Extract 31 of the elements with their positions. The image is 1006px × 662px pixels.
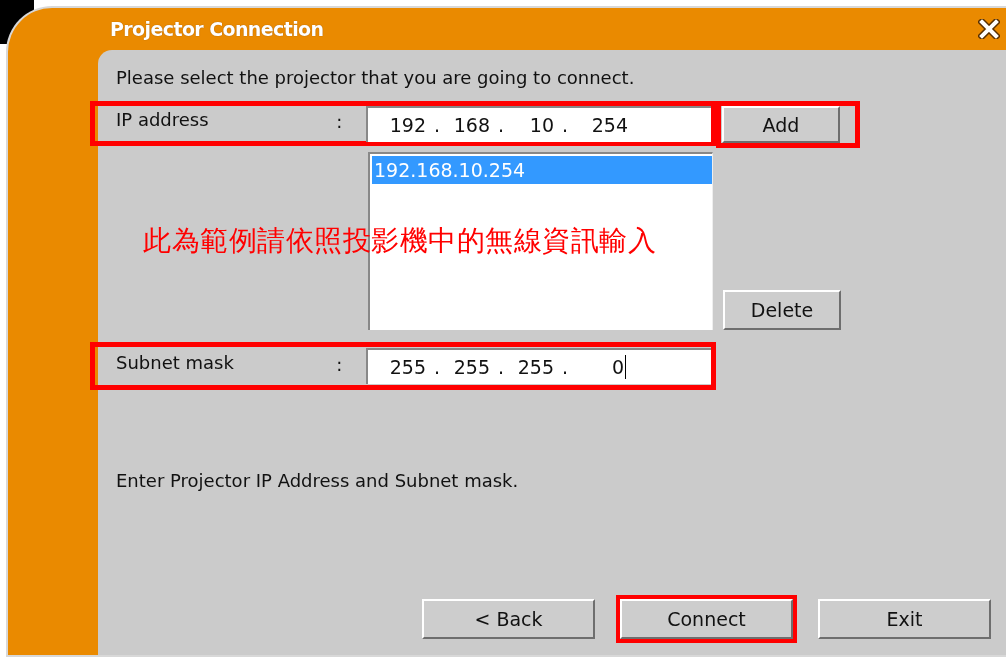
colon-text: : — [336, 353, 344, 375]
connect-button[interactable]: Connect — [620, 599, 793, 639]
octet-text: 0 — [610, 356, 624, 378]
close-icon[interactable] — [978, 19, 1000, 39]
octet-text: 254 — [590, 113, 628, 136]
ip-input-field[interactable]: 192 . 168 . 10 . 254 — [366, 105, 711, 142]
octet-text: 192 — [388, 113, 426, 136]
exit-button[interactable]: Exit — [818, 599, 991, 639]
separator-text: . — [560, 356, 569, 378]
separator-text: . — [432, 113, 441, 136]
back-button[interactable]: < Back — [422, 599, 595, 639]
hint-text: Enter Projector IP Address and Subnet mask. — [116, 470, 520, 491]
instruction-text: Please select the projector that you are going to connect. — [116, 67, 636, 88]
annotation-note: 此為範例請依照投影機中的無線資訊輸入 — [143, 223, 656, 259]
octet-text: 10 — [528, 113, 554, 136]
delete-button[interactable]: Delete — [723, 290, 841, 330]
window-title: Projector Connection — [110, 18, 324, 40]
octet-text: 255 — [516, 356, 554, 378]
octet-text: 168 — [452, 113, 490, 136]
field-label: IP address — [116, 109, 210, 130]
octet-text: 255 — [452, 356, 490, 378]
add-button[interactable]: Add — [722, 106, 840, 143]
separator-text: . — [496, 356, 505, 378]
separator-text: . — [496, 113, 505, 136]
separator-text: . — [432, 356, 441, 378]
ip-input-field[interactable]: 255 . 255 . 255 . 0 — [366, 348, 711, 384]
field-label: Subnet mask — [116, 351, 235, 373]
colon-text: : — [336, 111, 344, 132]
octet-text: 255 — [388, 356, 426, 378]
separator-text: . — [560, 113, 569, 136]
text-caret — [625, 355, 626, 379]
